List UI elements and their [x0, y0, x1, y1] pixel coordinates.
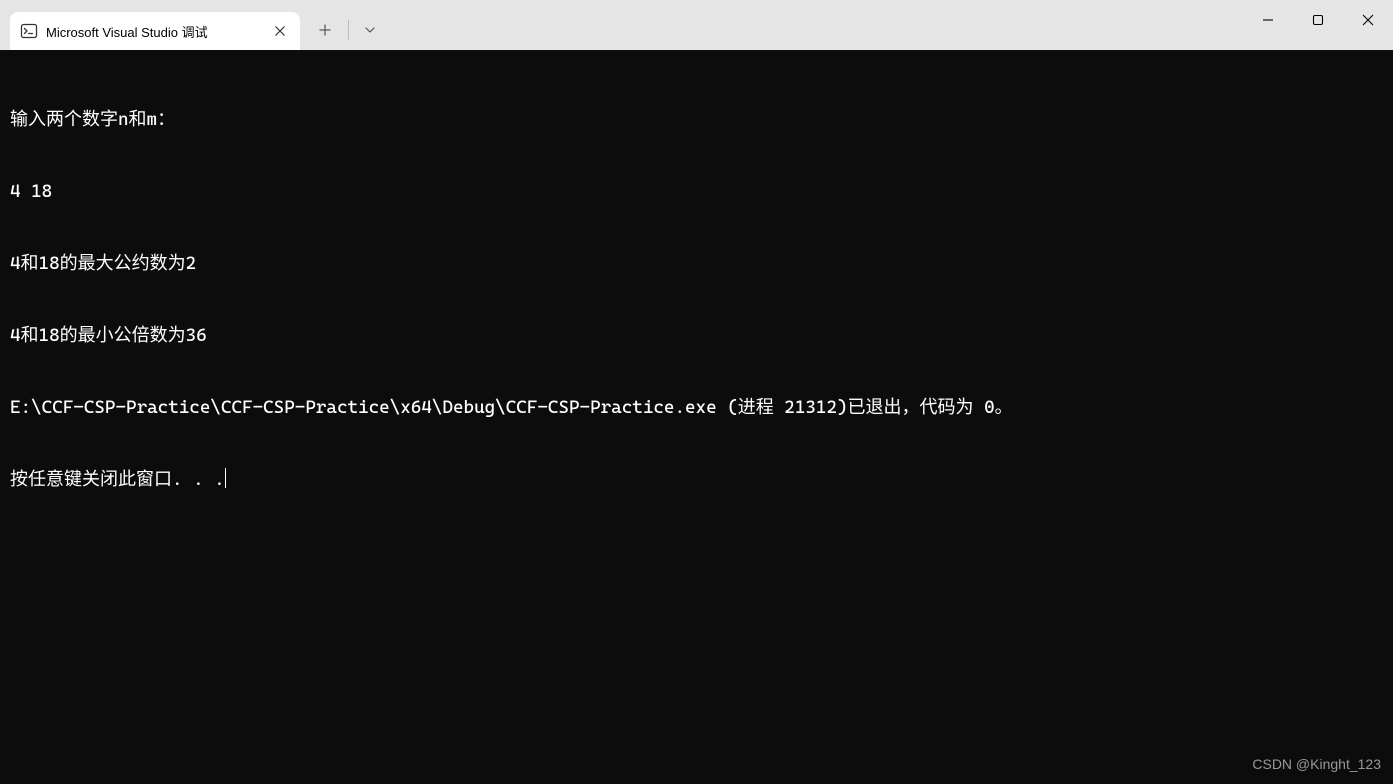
tab-title: Microsoft Visual Studio 调试: [46, 22, 262, 41]
terminal-line: E:\CCF-CSP-Practice\CCF-CSP-Practice\x64…: [10, 396, 1383, 420]
terminal-output[interactable]: 输入两个数字n和m： 4 18 4和18的最大公约数为2 4和18的最小公倍数为…: [0, 50, 1393, 784]
titlebar: Microsoft Visual Studio 调试: [0, 0, 1393, 50]
terminal-line: 4和18的最大公约数为2: [10, 252, 1383, 276]
terminal-line: 4 18: [10, 180, 1383, 204]
terminal-line: 输入两个数字n和m：: [10, 108, 1383, 132]
new-tab-button[interactable]: [308, 13, 342, 47]
close-button[interactable]: [1343, 0, 1393, 40]
maximize-button[interactable]: [1293, 0, 1343, 40]
tab-divider: [348, 20, 349, 40]
terminal-line: 按任意键关闭此窗口. . .: [10, 468, 1383, 492]
terminal-tab[interactable]: Microsoft Visual Studio 调试: [10, 12, 300, 50]
minimize-button[interactable]: [1243, 0, 1293, 40]
tab-close-button[interactable]: [270, 21, 290, 41]
window-controls: [1243, 0, 1393, 40]
terminal-tab-icon: [20, 22, 38, 40]
terminal-line: 4和18的最小公倍数为36: [10, 324, 1383, 348]
tab-dropdown-button[interactable]: [355, 15, 385, 45]
watermark: CSDN @Kinght_123: [1252, 752, 1381, 776]
